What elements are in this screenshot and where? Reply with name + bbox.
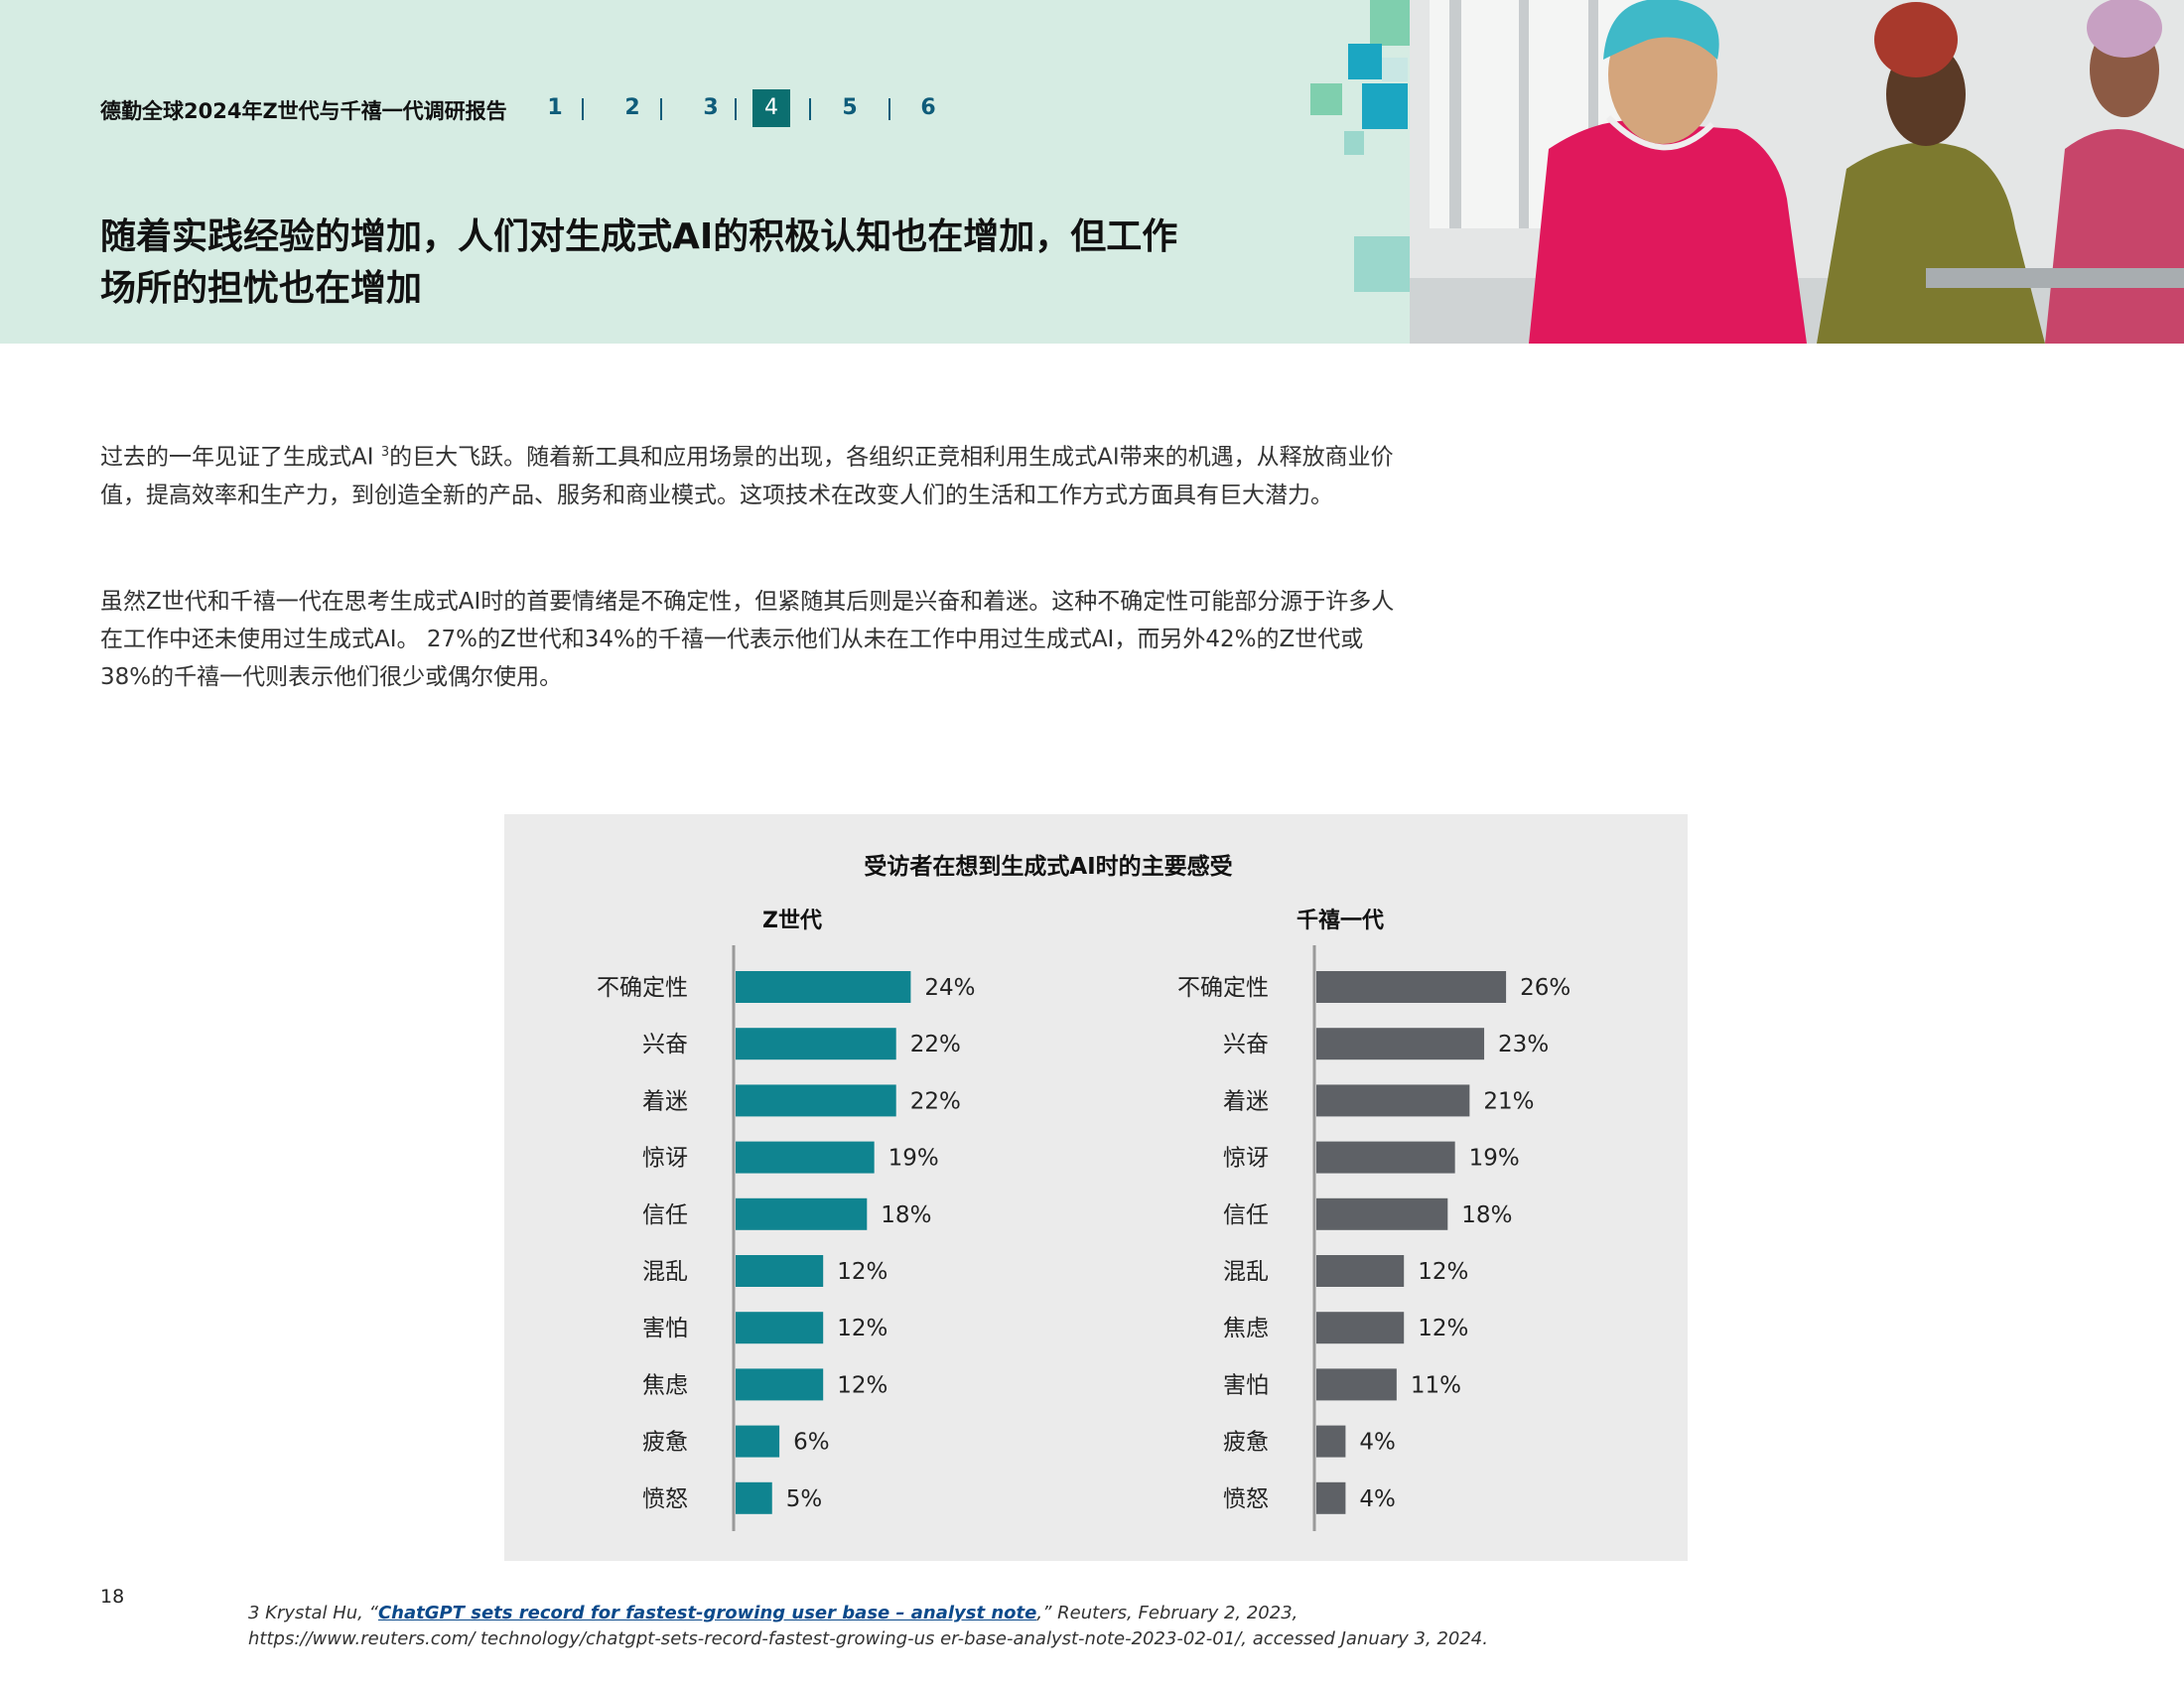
millennial-category-label: 惊讶: [1223, 1146, 1269, 1172]
millennial-bar: [1316, 1425, 1346, 1458]
millennial-value-label: 4%: [1359, 1430, 1396, 1456]
nav-page-2[interactable]: 2: [614, 89, 651, 127]
millennial-category-label: 焦虑: [1223, 1316, 1269, 1341]
genz-bar: [736, 971, 911, 1003]
millennial-bar: [1316, 1084, 1470, 1117]
millennial-bar: [1316, 971, 1507, 1003]
genz-value-label: 5%: [786, 1486, 823, 1512]
chart-panel: 受访者在想到生成式AI时的主要感受 Z世代 千禧一代 不确定性 24% 兴奋 22% 着…: [504, 814, 1688, 1561]
nav-page-3[interactable]: 3: [692, 89, 730, 127]
genz-value-label: 12%: [837, 1372, 887, 1398]
millennial-bar: [1316, 1368, 1397, 1401]
millennial-bar: [1316, 1481, 1346, 1514]
header-photo: [1410, 0, 2184, 344]
genz-category-label: 愤怒: [642, 1486, 688, 1512]
genz-value-label: 24%: [924, 975, 975, 1001]
genz-bar: [736, 1255, 824, 1287]
footnote-link[interactable]: ChatGPT sets record for fastest-growing …: [378, 1603, 1036, 1623]
nav-page-5[interactable]: 5: [831, 89, 869, 127]
genz-bar: [736, 1197, 868, 1230]
genz-value-label: 12%: [837, 1316, 887, 1341]
footnote-suffix: ,” Reuters, February 2, 2023,: [1036, 1603, 1298, 1623]
nav-page-6[interactable]: 6: [909, 89, 947, 127]
millennial-value-label: 11%: [1411, 1372, 1461, 1398]
people-at-desks-illustration: [1410, 0, 2184, 344]
genz-category-label: 着迷: [642, 1088, 688, 1114]
millennial-category-label: 疲惫: [1223, 1430, 1269, 1456]
genz-category-label: 疲惫: [642, 1430, 688, 1456]
millennial-category-label: 混乱: [1223, 1259, 1269, 1285]
nav-separator: [660, 98, 662, 120]
body-paragraph-1: 过去的一年见证了生成式AI 3的巨大飞跃。随着新工具和应用场景的出现，各组织正竞…: [100, 434, 1411, 514]
para1-text-a: 过去的一年见证了生成式AI: [100, 444, 381, 471]
millennial-bar: [1316, 1255, 1405, 1287]
nav-separator: [809, 98, 811, 120]
header-band: 德勤全球2024年Z世代与千禧一代调研报告 1 2 34 5 6 随着实践经验的增加，人…: [0, 0, 1410, 344]
nav-separator: [735, 98, 737, 120]
millennial-category-label: 信任: [1223, 1202, 1269, 1228]
chart-millennial: 不确定性 26% 兴奋 23% 着迷 21% 惊讶 19% 信任 18% 混乱 12% 焦虑 12% 害怕 1…: [1177, 945, 1570, 1531]
footnote-prefix: 3 Krystal Hu, “: [248, 1603, 378, 1623]
genz-bar: [736, 1368, 824, 1401]
genz-bar: [736, 1141, 875, 1174]
millennial-category-label: 兴奋: [1223, 1032, 1269, 1057]
genz-value-label: 6%: [793, 1430, 830, 1456]
genz-category-label: 混乱: [642, 1259, 688, 1285]
genz-bar: [736, 1028, 896, 1060]
genz-value-label: 12%: [837, 1259, 887, 1285]
millennial-value-label: 23%: [1498, 1032, 1549, 1057]
millennial-bar: [1316, 1197, 1448, 1230]
genz-category-label: 害怕: [642, 1316, 688, 1341]
genz-category-label: 不确定性: [597, 975, 688, 1001]
footnote-line-1: 3 Krystal Hu, “ChatGPT sets record for f…: [248, 1601, 1539, 1626]
footnote: 3 Krystal Hu, “ChatGPT sets record for f…: [248, 1601, 1539, 1652]
millennial-value-label: 4%: [1359, 1486, 1396, 1512]
millennial-category-label: 着迷: [1223, 1088, 1269, 1114]
page-title-line-1: 随着实践经验的增加，人们对生成式AI的积极认知也在增加，但工作: [100, 216, 1178, 257]
page-title-line-2: 场所的担忧也在增加: [100, 268, 423, 309]
millennial-bar: [1316, 1141, 1455, 1174]
genz-bar: [736, 1425, 780, 1458]
chart-genz: 不确定性 24% 兴奋 22% 着迷 22% 惊讶 19% 信任 18% 混乱 12% 害怕 12% 焦虑 1…: [597, 945, 976, 1531]
millennial-value-label: 26%: [1520, 975, 1570, 1001]
genz-value-label: 18%: [881, 1202, 931, 1228]
millennial-bar: [1316, 1312, 1405, 1344]
page-title: 随着实践经验的增加，人们对生成式AI的积极认知也在增加，但工作 场所的担忧也在增…: [100, 211, 1272, 315]
nav-separator: [888, 98, 890, 120]
footnote-line-2: https://www.reuters.com/ technology/chat…: [248, 1628, 1488, 1649]
genz-value-label: 19%: [888, 1146, 939, 1172]
millennial-value-label: 19%: [1469, 1146, 1520, 1172]
chart-subtitle-genz: Z世代: [762, 909, 822, 933]
genz-bar: [736, 1084, 896, 1117]
footnote-ref[interactable]: 3: [381, 445, 389, 460]
millennial-value-label: 18%: [1461, 1202, 1512, 1228]
nav-page-1[interactable]: 1: [536, 89, 574, 127]
chart-title: 受访者在想到生成式AI时的主要感受: [864, 853, 1232, 880]
genz-category-label: 惊讶: [642, 1146, 688, 1172]
millennial-value-label: 12%: [1418, 1259, 1468, 1285]
genz-category-label: 信任: [642, 1202, 688, 1228]
genz-value-label: 22%: [910, 1032, 961, 1057]
body-paragraph-2: 虽然Z世代和千禧一代在思考生成式AI时的首要情绪是不确定性，但紧随其后则是兴奋和…: [100, 589, 1395, 690]
genz-value-label: 22%: [910, 1088, 961, 1114]
millennial-category-label: 害怕: [1223, 1372, 1269, 1398]
nav-page-4[interactable]: 4: [752, 89, 790, 127]
genz-bar: [736, 1312, 824, 1344]
chart-subtitle-millennial: 千禧一代: [1297, 908, 1384, 933]
millennial-bar: [1316, 1028, 1485, 1060]
page-number: 18: [100, 1586, 125, 1608]
genz-category-label: 焦虑: [642, 1372, 688, 1398]
report-title: 德勤全球2024年Z世代与千禧一代调研报告: [100, 99, 507, 123]
feelings-bar-chart: 受访者在想到生成式AI时的主要感受 Z世代 千禧一代 不确定性 24% 兴奋 22% 着…: [597, 853, 1570, 1531]
millennial-value-label: 12%: [1418, 1316, 1468, 1341]
genz-bar: [736, 1481, 772, 1514]
millennial-value-label: 21%: [1483, 1088, 1534, 1114]
millennial-category-label: 不确定性: [1177, 975, 1269, 1001]
nav-separator: [582, 98, 584, 120]
millennial-category-label: 愤怒: [1223, 1486, 1269, 1512]
genz-category-label: 兴奋: [642, 1032, 688, 1057]
